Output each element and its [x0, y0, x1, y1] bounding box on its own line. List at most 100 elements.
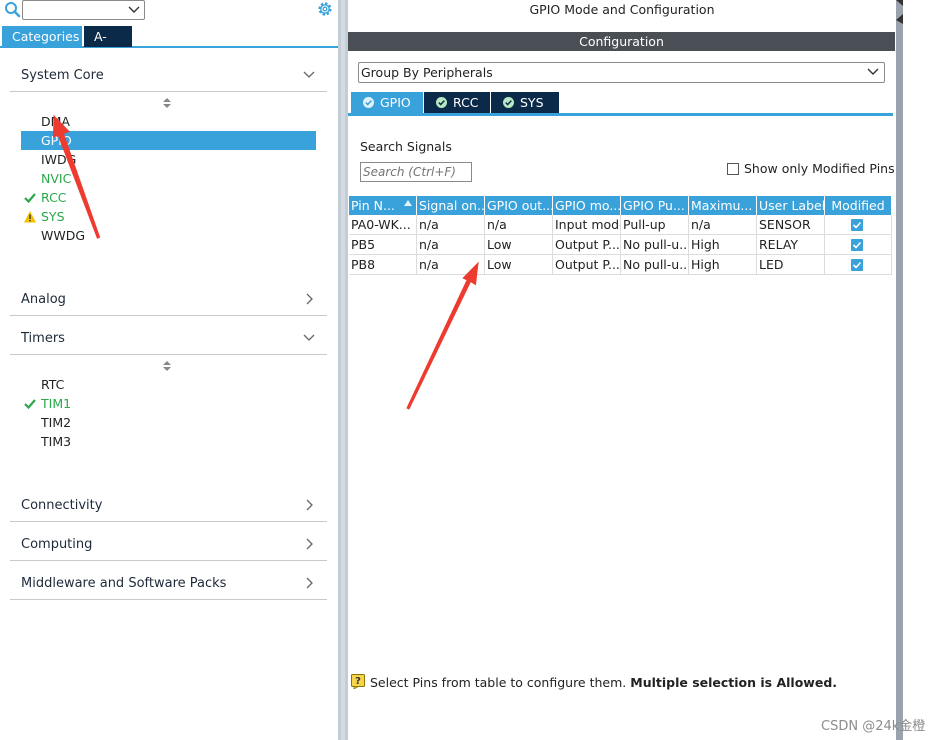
modified-checkbox[interactable] [851, 259, 863, 271]
list-item-tim1[interactable]: TIM1 [21, 394, 316, 413]
list-item-dma[interactable]: DMA [21, 112, 316, 131]
column-header-modified[interactable]: Modified [825, 196, 892, 215]
cell-pull: Pull-up [621, 215, 689, 235]
check-circle-icon [503, 97, 514, 108]
column-header-user-label[interactable]: User Label [757, 196, 825, 215]
category-tabs: Categories A->Z [0, 26, 338, 65]
category-search-dropdown[interactable] [22, 0, 145, 20]
section-analog[interactable]: Analog [10, 281, 327, 316]
tab-a-to-z[interactable]: A->Z [84, 26, 132, 65]
sort-icon[interactable] [162, 97, 172, 109]
help-icon: ? [351, 674, 365, 689]
list-item-sys[interactable]: SYS [21, 207, 316, 226]
section-label: Analog [21, 292, 66, 307]
peripheral-tabs: GPIO RCC SYS [348, 92, 893, 116]
gpio-config-panel: GPIO Mode and Configuration Configuratio… [348, 0, 896, 740]
cell-user-label: RELAY [757, 235, 825, 255]
section-timers[interactable]: Timers [10, 320, 327, 355]
cell-modified [825, 215, 892, 235]
chevron-down-icon [128, 6, 140, 13]
panel-title: GPIO Mode and Configuration [529, 2, 715, 17]
chevron-right-icon [306, 538, 313, 550]
group-by-value: Group By Peripherals [361, 65, 493, 80]
cell-max-speed: High [689, 235, 757, 255]
check-circle-icon [436, 97, 447, 108]
section-connectivity[interactable]: Connectivity [10, 487, 327, 522]
gear-icon[interactable] [316, 0, 334, 18]
svg-text:?: ? [355, 676, 361, 687]
chevron-right-icon [306, 499, 313, 511]
chevron-down-icon [303, 71, 315, 78]
splitter-strip [341, 0, 345, 740]
section-label: Timers [21, 331, 65, 346]
search-signals-input[interactable] [360, 162, 472, 182]
list-item-rcc[interactable]: RCC [21, 188, 316, 207]
configuration-header: Configuration [348, 32, 895, 51]
check-icon [24, 193, 36, 204]
column-header-gpio-pull[interactable]: GPIO Pu... [621, 196, 689, 215]
show-modified-checkbox[interactable] [727, 163, 739, 175]
check-circle-icon [363, 97, 374, 108]
table-row[interactable]: PB5 n/a Low Output P... No pull-u... Hig… [349, 235, 892, 255]
list-item-gpio[interactable]: GPIO [21, 131, 316, 150]
cell-pull: No pull-u... [621, 255, 689, 275]
cell-user-label: SENSOR [757, 215, 825, 235]
section-label: System Core [21, 68, 104, 83]
cell-signal: n/a [417, 235, 485, 255]
list-item-tim3[interactable]: TIM3 [21, 432, 316, 451]
group-by-select[interactable]: Group By Peripherals [358, 62, 885, 83]
section-computing[interactable]: Computing [10, 526, 327, 561]
cell-output-level: Low [485, 255, 553, 275]
warning-icon [24, 211, 36, 223]
arrow-up-icon[interactable] [896, 0, 903, 12]
section-label: Connectivity [21, 498, 103, 513]
column-header-signal[interactable]: Signal on... [417, 196, 485, 215]
cell-output-level: Low [485, 235, 553, 255]
tab-categories[interactable]: Categories [2, 26, 82, 47]
section-label: Computing [21, 537, 93, 552]
table-row[interactable]: PB8 n/a Low Output P... No pull-u... Hig… [349, 255, 892, 275]
section-middleware[interactable]: Middleware and Software Packs [10, 565, 327, 600]
cell-max-speed: n/a [689, 215, 757, 235]
table-row[interactable]: PA0-WK... n/a n/a Input mode Pull-up n/a… [349, 215, 892, 235]
cell-pull: No pull-u... [621, 235, 689, 255]
scrollbar-edge[interactable] [896, 0, 903, 740]
splitter[interactable] [338, 0, 348, 740]
list-item-rtc[interactable]: RTC [21, 375, 316, 394]
modified-checkbox[interactable] [851, 219, 863, 231]
cell-mode: Input mode [553, 215, 621, 235]
column-header-max-speed[interactable]: Maximu... [689, 196, 757, 215]
arrow-down-icon[interactable] [896, 12, 903, 24]
tab-sys[interactable]: SYS [491, 92, 559, 113]
chevron-right-icon [306, 577, 313, 589]
cell-mode: Output P... [553, 255, 621, 275]
cell-max-speed: High [689, 255, 757, 275]
list-item-wwdg[interactable]: WWDG [21, 226, 316, 245]
column-header-gpio-mode[interactable]: GPIO mo... [553, 196, 621, 215]
search-icon[interactable] [4, 1, 22, 19]
list-item-tim2[interactable]: TIM2 [21, 413, 316, 432]
cell-modified [825, 255, 892, 275]
column-header-gpio-output-level[interactable]: GPIO out... [485, 196, 553, 215]
column-header-pin[interactable]: Pin N... [349, 196, 417, 215]
cell-modified [825, 235, 892, 255]
cell-user-label: LED [757, 255, 825, 275]
sort-ascending-icon [404, 200, 412, 206]
sort-icon[interactable] [162, 360, 172, 372]
search-signals-label: Search Signals [360, 139, 452, 154]
cell-pin: PB5 [349, 235, 417, 255]
check-icon [24, 399, 36, 410]
watermark: CSDN @24k金橙 [821, 719, 926, 734]
list-item-nvic[interactable]: NVIC [21, 169, 316, 188]
tab-gpio[interactable]: GPIO [351, 92, 423, 113]
cell-signal: n/a [417, 215, 485, 235]
chevron-down-icon [303, 334, 315, 341]
table-header: Pin N... Signal on... GPIO out... GPIO m… [349, 196, 892, 215]
section-system-core[interactable]: System Core [10, 57, 327, 92]
modified-checkbox[interactable] [851, 239, 863, 251]
section-label: Middleware and Software Packs [21, 576, 227, 591]
list-item-iwdg[interactable]: IWDG [21, 150, 316, 169]
cell-pin: PA0-WK... [349, 215, 417, 235]
tab-rcc[interactable]: RCC [424, 92, 490, 113]
cell-mode: Output P... [553, 235, 621, 255]
